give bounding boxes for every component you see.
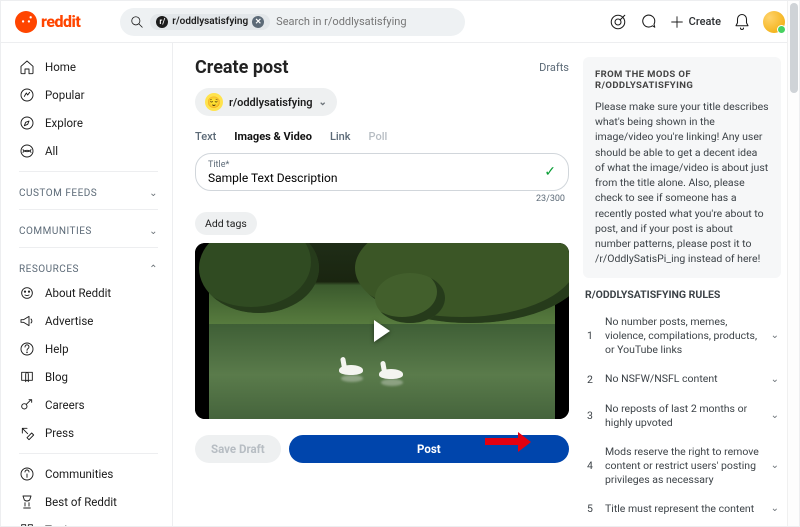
community-avatar-icon: 😌: [205, 93, 223, 111]
search-bar[interactable]: r/ r/oddlysatisfying ✕: [120, 8, 465, 36]
post-type-tabs: Text Images & Video Link Poll: [195, 130, 569, 143]
nav-explore[interactable]: Explore: [11, 109, 166, 137]
search-scope-chip[interactable]: r/ r/oddlysatisfying ✕: [150, 14, 270, 30]
create-button[interactable]: Create: [669, 14, 721, 30]
rule-item[interactable]: 2No NSFW/NSFL content⌄: [583, 364, 781, 394]
nav-label: Best of Reddit: [45, 495, 117, 509]
page-title: Create post: [195, 57, 288, 78]
rule-item[interactable]: 1No number posts, memes, violence, compi…: [583, 307, 781, 364]
nav-label: Communities: [45, 467, 113, 481]
save-draft-button[interactable]: Save Draft: [195, 435, 281, 463]
nav-label: Careers: [45, 398, 85, 412]
chevron-down-icon: ⌄: [149, 226, 158, 237]
search-icon: [130, 15, 144, 29]
nav-about[interactable]: About Reddit: [11, 279, 166, 307]
reddit-logo[interactable]: reddit: [15, 11, 80, 33]
title-counter: 23/300: [195, 194, 565, 204]
drafts-link[interactable]: Drafts: [539, 61, 569, 74]
nav-help[interactable]: Help: [11, 335, 166, 363]
community-selector[interactable]: 😌 r/oddlysatisfying ⌄: [195, 88, 337, 116]
video-preview[interactable]: [195, 243, 569, 419]
nav-label: Blog: [45, 370, 68, 384]
plus-icon: [669, 14, 685, 30]
nav-press[interactable]: Press: [11, 419, 166, 447]
nav-label: Home: [45, 60, 76, 74]
advertise-icon[interactable]: [609, 13, 627, 31]
nav-careers[interactable]: Careers: [11, 391, 166, 419]
rule-item[interactable]: 3No reposts of last 2 months or highly u…: [583, 394, 781, 437]
search-chip-label: r/oddlysatisfying: [172, 16, 248, 27]
chevron-up-icon: ⌃: [149, 264, 158, 275]
mods-message: FROM THE MODS OF R/ODDLYSATISFYING Pleas…: [583, 57, 781, 278]
play-icon: [374, 320, 390, 342]
mods-heading: FROM THE MODS OF R/ODDLYSATISFYING: [595, 69, 769, 91]
community-dot-icon: r/: [156, 16, 168, 28]
title-field[interactable]: Title* ✓: [195, 153, 569, 191]
nav-label: Press: [45, 426, 74, 440]
rule-item[interactable]: 4Mods reserve the right to remove conten…: [583, 437, 781, 494]
tab-link[interactable]: Link: [330, 130, 351, 143]
mods-body: Please make sure your title describes wh…: [595, 99, 769, 266]
nav-advertise[interactable]: Advertise: [11, 307, 166, 335]
notifications-icon[interactable]: [733, 13, 751, 31]
title-label: Title*: [208, 160, 556, 170]
nav-popular[interactable]: Popular: [11, 81, 166, 109]
scrollbar-thumb[interactable]: [790, 3, 798, 93]
nav-label: About Reddit: [45, 286, 111, 300]
chevron-down-icon: ⌄: [318, 97, 326, 108]
rule-item[interactable]: 5Title must represent the content⌄: [583, 494, 781, 524]
search-input[interactable]: [276, 15, 455, 28]
rule-item[interactable]: 6No claiming non-OC as your own content⌄: [583, 524, 781, 526]
community-name: r/oddlysatisfying: [229, 96, 312, 109]
valid-check-icon: ✓: [544, 164, 556, 180]
create-label: Create: [689, 15, 721, 28]
brand-word: reddit: [41, 12, 80, 31]
annotation-arrow: [485, 438, 519, 445]
nav-topics[interactable]: Topics: [11, 516, 166, 526]
chevron-down-icon: ⌄: [771, 503, 779, 514]
sidebar: Home Popular Explore All CUSTOM FEEDS⌄ C…: [1, 43, 173, 526]
nav-label: Topics: [45, 523, 79, 526]
section-communities[interactable]: COMMUNITIES⌄: [11, 216, 166, 241]
nav-communities[interactable]: Communities: [11, 460, 166, 488]
nav-label: Explore: [45, 116, 83, 130]
rules-list: R/ODDLYSATISFYING RULES 1No number posts…: [583, 288, 781, 526]
nav-label: All: [45, 144, 58, 158]
chevron-down-icon: ⌄: [771, 410, 779, 421]
title-input[interactable]: [208, 170, 521, 186]
chevron-down-icon: ⌄: [771, 374, 779, 385]
section-resources[interactable]: RESOURCES⌃: [11, 254, 166, 279]
nav-label: Advertise: [45, 314, 93, 328]
scrollbar[interactable]: [787, 1, 799, 526]
tab-poll: Poll: [369, 130, 388, 143]
chevron-down-icon: ⌄: [771, 460, 779, 471]
nav-all[interactable]: All: [11, 137, 166, 165]
tab-images-video[interactable]: Images & Video: [234, 130, 312, 143]
chat-icon[interactable]: [639, 13, 657, 31]
nav-label: Popular: [45, 88, 85, 102]
section-custom-feeds[interactable]: CUSTOM FEEDS⌄: [11, 178, 166, 203]
chevron-down-icon: ⌄: [771, 330, 779, 341]
chevron-down-icon: ⌄: [149, 188, 158, 199]
nav-best[interactable]: Best of Reddit: [11, 488, 166, 516]
rules-heading: R/ODDLYSATISFYING RULES: [583, 288, 781, 301]
chip-clear-icon[interactable]: ✕: [252, 16, 264, 28]
nav-home[interactable]: Home: [11, 53, 166, 81]
user-avatar[interactable]: [763, 11, 785, 33]
add-tags-button[interactable]: Add tags: [195, 212, 257, 235]
nav-label: Help: [45, 342, 69, 356]
nav-blog[interactable]: Blog: [11, 363, 166, 391]
reddit-mark-icon: [15, 11, 37, 33]
tab-text[interactable]: Text: [195, 130, 216, 143]
